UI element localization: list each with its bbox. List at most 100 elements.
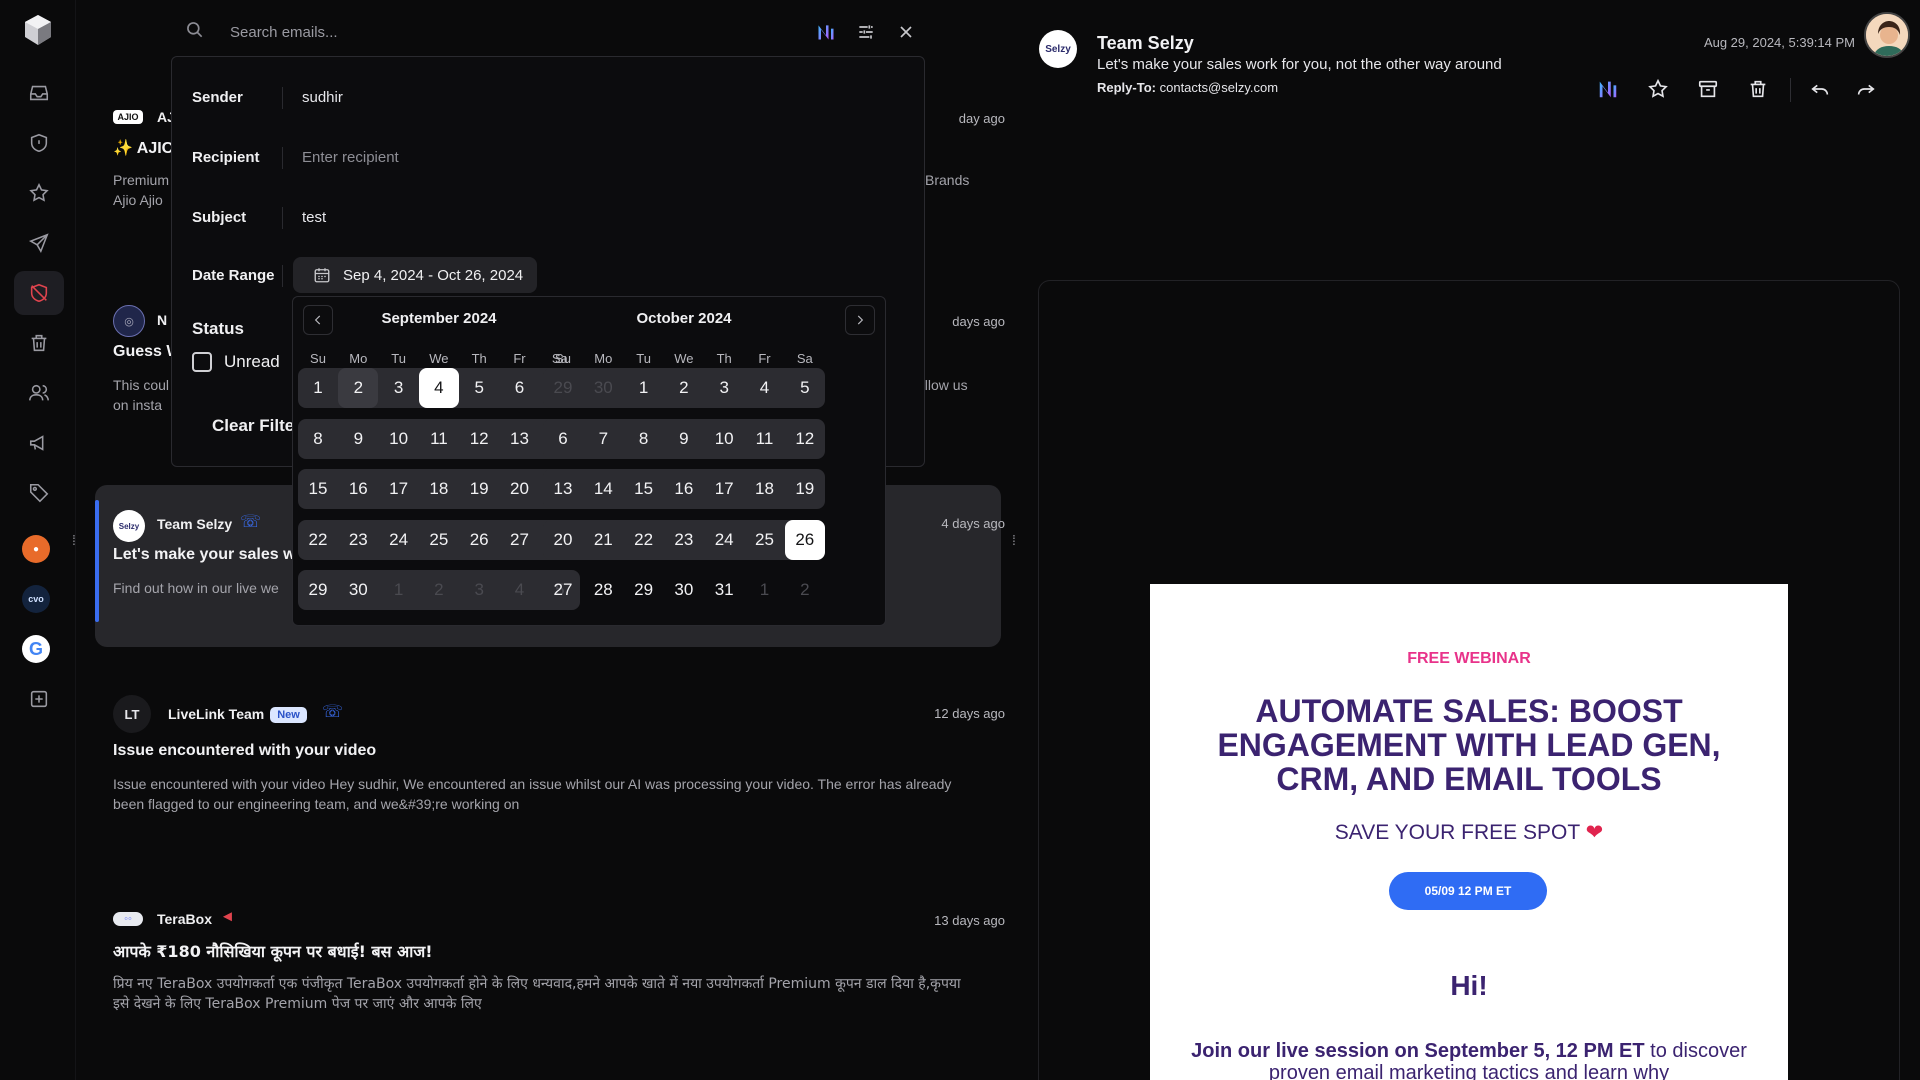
calendar-day[interactable]: 5 — [459, 368, 499, 408]
calendar-day[interactable]: 28 — [583, 570, 623, 610]
calendar-day[interactable]: 29 — [298, 570, 338, 610]
calendar-day[interactable]: 29 — [624, 570, 664, 610]
filter-sliders-icon[interactable] — [852, 18, 880, 46]
calendar-day[interactable]: 27 — [500, 520, 540, 560]
calendar-day[interactable]: 12 — [459, 419, 499, 459]
calendar-day[interactable]: 24 — [704, 520, 744, 560]
calendar-day[interactable]: 8 — [298, 419, 338, 459]
archive-icon[interactable] — [1694, 75, 1722, 103]
basketball-app-icon[interactable]: ● — [22, 535, 50, 563]
search-input[interactable] — [230, 20, 750, 44]
calendar-day[interactable]: 18 — [745, 469, 785, 509]
calendar-day[interactable]: 25 — [745, 520, 785, 560]
calendar-day[interactable]: 6 — [500, 368, 540, 408]
calendar-day[interactable]: 19 — [785, 469, 825, 509]
calendar-day[interactable]: 6 — [543, 419, 583, 459]
calendar-day[interactable]: 23 — [664, 520, 704, 560]
calendar-day[interactable]: 2 — [338, 368, 379, 408]
trash-icon[interactable] — [14, 321, 64, 365]
star-icon[interactable] — [14, 171, 64, 215]
shield-icon[interactable] — [14, 121, 64, 165]
calendar-day[interactable]: 12 — [785, 419, 825, 459]
calendar-day[interactable]: 11 — [745, 419, 785, 459]
user-avatar[interactable] — [1864, 12, 1910, 58]
calendar-day[interactable]: 2 — [664, 368, 704, 408]
calendar-day[interactable]: 1 — [298, 368, 338, 408]
close-icon[interactable] — [892, 18, 920, 46]
ai-icon[interactable] — [1594, 75, 1622, 103]
sent-icon[interactable] — [14, 221, 64, 265]
cnvrt-app-icon[interactable]: cvo — [22, 585, 50, 613]
calendar-day[interactable]: 4 — [418, 368, 459, 408]
inbox-icon[interactable] — [14, 71, 64, 115]
app-logo[interactable] — [20, 12, 56, 48]
clear-filter-button[interactable]: Clear Filter — [212, 416, 301, 436]
calendar-day[interactable]: 2 — [785, 570, 825, 610]
calendar-day[interactable]: 3 — [459, 570, 499, 610]
webinar-date-button[interactable]: 05/09 12 PM ET — [1389, 872, 1547, 910]
calendar-day[interactable]: 1 — [624, 368, 664, 408]
list-item[interactable]: ◦◦ TeraBox ◄ 13 days ago आपके ₹180 नौसिख… — [95, 908, 1005, 1040]
calendar-day[interactable]: 20 — [543, 520, 583, 560]
calendar-day[interactable]: 3 — [704, 368, 744, 408]
calendar-day[interactable]: 8 — [624, 419, 664, 459]
calendar-day[interactable]: 10 — [379, 419, 419, 459]
calendar-day[interactable]: 4 — [500, 570, 540, 610]
unread-checkbox[interactable] — [192, 352, 212, 372]
calendar-day[interactable]: 30 — [338, 570, 378, 610]
sender-field[interactable]: sudhir — [302, 89, 343, 106]
calendar-day[interactable]: 27 — [543, 570, 583, 610]
calendar-day[interactable]: 29 — [543, 368, 583, 408]
megaphone-icon[interactable] — [14, 421, 64, 465]
calendar-day[interactable]: 31 — [704, 570, 744, 610]
trash-icon[interactable] — [1744, 75, 1772, 103]
tags-icon[interactable] — [14, 471, 64, 515]
calendar-day[interactable]: 1 — [745, 570, 785, 610]
calendar-day[interactable]: 13 — [543, 469, 583, 509]
list-item[interactable]: LT LiveLink Team New ☏ 12 days ago Issue … — [95, 695, 1005, 825]
calendar-day[interactable]: 30 — [583, 368, 623, 408]
calendar-day[interactable]: 18 — [419, 469, 459, 509]
calendar-day[interactable]: 15 — [624, 469, 664, 509]
calendar-day[interactable]: 1 — [379, 570, 419, 610]
contacts-icon[interactable] — [14, 371, 64, 415]
calendar-day[interactable]: 25 — [419, 520, 459, 560]
reply-icon[interactable] — [1806, 75, 1834, 103]
calendar-day[interactable]: 17 — [704, 469, 744, 509]
calendar-day[interactable]: 7 — [583, 419, 623, 459]
calendar-day[interactable]: 5 — [785, 368, 825, 408]
calendar-day[interactable]: 19 — [459, 469, 499, 509]
calendar-day[interactable]: 15 — [298, 469, 338, 509]
calendar-day[interactable]: 16 — [338, 469, 378, 509]
calendar-day[interactable]: 9 — [664, 419, 704, 459]
date-range-button[interactable]: Sep 4, 2024 - Oct 26, 2024 — [293, 257, 537, 293]
calendar-day[interactable]: 24 — [379, 520, 419, 560]
calendar-day[interactable]: 13 — [500, 419, 540, 459]
next-month-button[interactable] — [845, 305, 875, 335]
calendar-day[interactable]: 23 — [338, 520, 378, 560]
calendar-day[interactable]: 14 — [583, 469, 623, 509]
calendar-day[interactable]: 21 — [583, 520, 623, 560]
add-app-icon[interactable] — [14, 677, 64, 721]
calendar-day[interactable]: 30 — [664, 570, 704, 610]
google-app-icon[interactable]: G — [22, 635, 50, 663]
forward-icon[interactable] — [1852, 75, 1880, 103]
left-drag-handle[interactable]: ⁞ — [72, 532, 76, 548]
calendar-day[interactable]: 4 — [745, 368, 785, 408]
subject-field[interactable]: test — [302, 209, 326, 226]
recipient-field[interactable]: Enter recipient — [302, 149, 399, 166]
calendar-day[interactable]: 26 — [459, 520, 499, 560]
calendar-day[interactable]: 20 — [500, 469, 540, 509]
ai-icon[interactable] — [812, 18, 840, 46]
calendar-day[interactable]: 26 — [784, 519, 825, 560]
calendar-day[interactable]: 16 — [664, 469, 704, 509]
calendar-day[interactable]: 22 — [624, 520, 664, 560]
calendar-day[interactable]: 3 — [379, 368, 419, 408]
calendar-day[interactable]: 17 — [379, 469, 419, 509]
calendar-day[interactable]: 11 — [419, 419, 459, 459]
calendar-day[interactable]: 2 — [419, 570, 459, 610]
star-icon[interactable] — [1644, 75, 1672, 103]
calendar-day[interactable]: 22 — [298, 520, 338, 560]
spam-icon[interactable] — [14, 271, 64, 315]
calendar-day[interactable]: 10 — [704, 419, 744, 459]
